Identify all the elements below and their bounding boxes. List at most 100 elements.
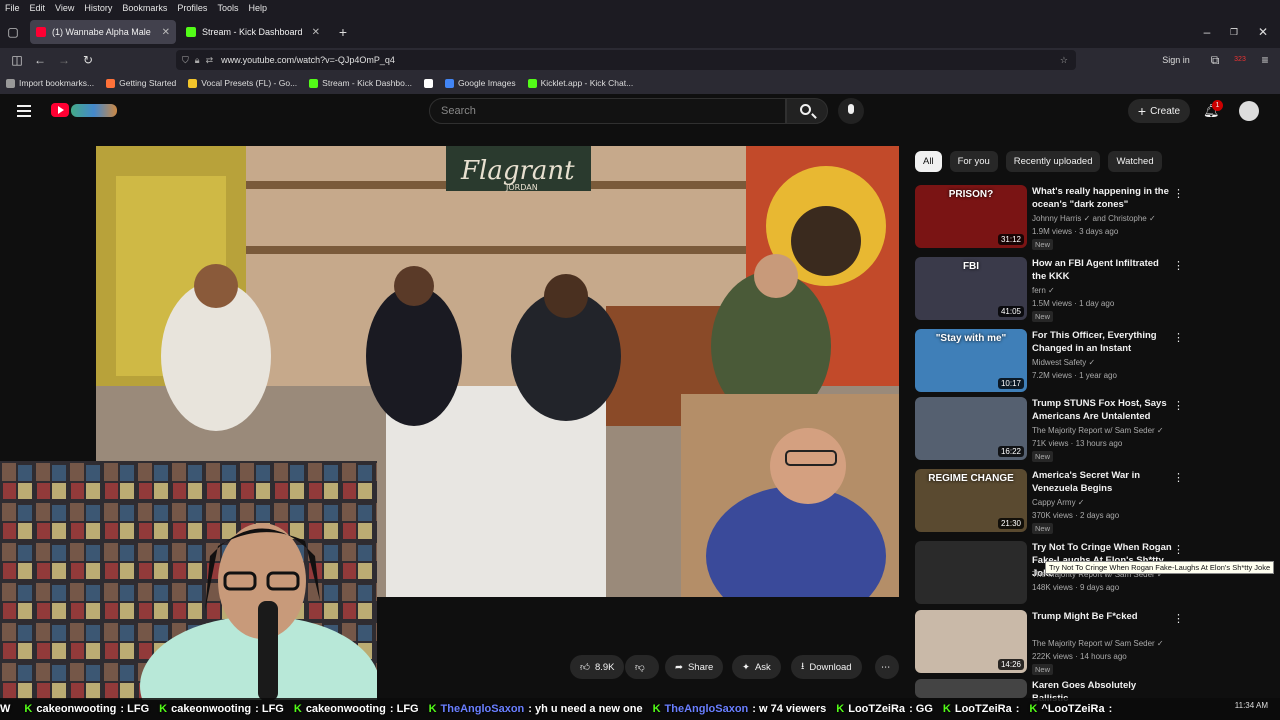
bookmark-favicon-icon (188, 78, 198, 88)
chip-all[interactable]: All (915, 151, 942, 172)
chat-ticker: W Kcakeonwooting: LFG Kcakeonwooting: LFG K… (0, 698, 1280, 720)
menu-item[interactable]: View (50, 3, 79, 13)
recommendation-item[interactable]: Karen Goes Absolutely Ballistic (915, 679, 1185, 704)
like-button[interactable]: 👍︎ 8.9K (570, 655, 625, 679)
sparkle-icon: ✦ (742, 661, 750, 673)
thumbs-down-icon: 👎︎ (635, 662, 645, 673)
bookmark-label: Import bookmarks... (19, 78, 95, 88)
menu-item[interactable]: Edit (25, 3, 51, 13)
video-title[interactable]: Trump Might Be F*cked (1032, 610, 1172, 623)
video-title[interactable]: What's really happening in the ocean's "… (1032, 185, 1172, 211)
menu-item[interactable]: Profiles (172, 3, 212, 13)
menu-item[interactable]: File (0, 3, 25, 13)
video-thumbnail[interactable]: PRISON? 31:12 (915, 185, 1027, 248)
search-input[interactable]: Search (429, 98, 786, 124)
tab-overview-icon[interactable]: ▢ (6, 25, 20, 39)
video-thumbnail[interactable]: REGIME CHANGE 21:30 (915, 469, 1027, 532)
bookmark-item[interactable]: Stream - Kick Dashbo... (303, 78, 418, 88)
channel-name[interactable]: fern ✓ (1032, 286, 1055, 295)
tab-kick[interactable]: Stream - Kick Dashboard ✕ (180, 20, 326, 44)
bookmark-item[interactable]: Import bookmarks... (0, 78, 100, 88)
recommendation-item[interactable]: REGIME CHANGE 21:30 America's Secret War i… (915, 469, 1185, 534)
signin-button[interactable]: Sign in (1156, 53, 1196, 67)
channel-name[interactable]: Midwest Safety ✓ (1032, 358, 1095, 367)
video-thumbnail[interactable]: FBI 41:05 (915, 257, 1027, 320)
bookmark-item[interactable]: Vocal Presets (FL) - Go... (182, 78, 303, 88)
recommendation-item[interactable]: 16:22 Trump STUNS Fox Host, Says American… (915, 397, 1185, 462)
channel-name[interactable]: Johnny Harris ✓ and Christophe ✓ (1032, 214, 1156, 223)
voice-search-button[interactable] (838, 98, 864, 124)
bookmark-star-icon[interactable]: ☆ (1060, 55, 1068, 66)
search-button[interactable] (786, 98, 828, 124)
video-thumbnail[interactable]: "Stay with me" 10:17 (915, 329, 1027, 392)
more-vert-icon[interactable]: ⋮ (1173, 259, 1184, 272)
reload-icon[interactable]: ↻ (81, 53, 95, 67)
share-button[interactable]: ➦ Share (665, 655, 724, 679)
restore-icon[interactable]: ❐ (1227, 25, 1241, 39)
channel-name[interactable]: The Majority Report w/ Sam Seder ✓ (1032, 426, 1164, 435)
video-title[interactable]: For This Officer, Everything Changed in … (1032, 329, 1172, 355)
hamburger-menu-icon[interactable] (17, 105, 31, 117)
sidebar-icon[interactable]: ◫ (10, 53, 24, 67)
more-vert-icon[interactable]: ⋮ (1173, 331, 1184, 344)
avatar[interactable] (1239, 101, 1259, 121)
channel-name[interactable]: The Majority Report w/ Sam Seder ✓ (1032, 639, 1164, 648)
video-thumbnail[interactable]: 16:22 (915, 397, 1027, 460)
doodle-logo[interactable] (71, 104, 117, 117)
permissions-icon: ⇄ (205, 54, 214, 65)
bookmark-label: Getting Started (119, 78, 177, 88)
menu-icon[interactable]: ≡ (1258, 53, 1272, 67)
bookmark-item[interactable]: Google Images (439, 78, 522, 88)
video-title[interactable]: Trump STUNS Fox Host, Says Americans Are… (1032, 397, 1172, 423)
forward-icon[interactable]: → (57, 53, 71, 67)
video-thumbnail[interactable] (915, 679, 1027, 698)
create-button[interactable]: + Create (1128, 99, 1190, 123)
bookmark-favicon-icon (527, 78, 537, 88)
more-vert-icon[interactable]: ⋮ (1173, 612, 1184, 625)
video-thumbnail[interactable]: 14:26 (915, 610, 1027, 673)
back-icon[interactable]: ← (33, 53, 47, 67)
channel-name[interactable]: Cappy Army ✓ (1032, 498, 1085, 507)
new-tab-icon[interactable]: + (336, 25, 350, 39)
menu-item[interactable]: Bookmarks (117, 3, 172, 13)
chip-watched[interactable]: Watched (1108, 151, 1162, 172)
video-title[interactable]: How an FBI Agent Infiltrated the KKK (1032, 257, 1172, 283)
chip-recently-uploaded[interactable]: Recently uploaded (1005, 151, 1101, 172)
close-window-icon[interactable]: ✕ (1256, 25, 1270, 39)
youtube-logo[interactable] (51, 103, 69, 117)
tab-label: (1) Wannabe Alpha Male Ex (52, 27, 152, 37)
extensions-icon[interactable]: ⧉ (1208, 53, 1222, 67)
download-button[interactable]: ⭳ Download (791, 655, 862, 679)
ublock-icon[interactable]: 323 (1233, 53, 1247, 67)
more-actions-button[interactable]: ⋯ (875, 655, 899, 679)
more-vert-icon[interactable]: ⋮ (1173, 543, 1184, 556)
menu-item[interactable]: History (79, 3, 117, 13)
recommendation-item[interactable]: PRISON? 31:12 What's really happening in t… (915, 185, 1185, 250)
close-tab-icon[interactable]: ✕ (162, 27, 170, 38)
new-badge: New (1032, 451, 1054, 462)
more-vert-icon[interactable]: ⋮ (1173, 399, 1184, 412)
more-vert-icon[interactable]: ⋮ (1173, 187, 1184, 200)
minimize-icon[interactable]: – (1200, 25, 1214, 39)
video-thumbnail[interactable] (915, 541, 1027, 604)
dislike-button[interactable]: 👎︎ (625, 655, 659, 679)
search-icon (800, 104, 811, 115)
bookmark-item[interactable]: Getting Started (100, 78, 182, 88)
video-title[interactable]: America's Secret War in Venezuela Begins (1032, 469, 1172, 495)
menu-item[interactable]: Help (243, 3, 272, 13)
url-bar[interactable]: ⛉ 🔒︎ ⇄ www.youtube.com/watch?v=-QJp4OmP_… (176, 50, 1076, 70)
recommendation-item[interactable]: 14:26 Trump Might Be F*cked The Majority R… (915, 610, 1185, 675)
bookmark-item[interactable] (418, 78, 439, 88)
recommendation-item[interactable]: "Stay with me" 10:17 For This Officer, Eve… (915, 329, 1185, 393)
video-title[interactable]: Karen Goes Absolutely Ballistic (1032, 679, 1172, 704)
recommendation-item[interactable]: FBI 41:05 How an FBI Agent Infiltrated the… (915, 257, 1185, 322)
more-vert-icon[interactable]: ⋮ (1173, 471, 1184, 484)
tab-youtube[interactable]: (1) Wannabe Alpha Male Ex ✕ (30, 20, 176, 44)
ask-button[interactable]: ✦ Ask (732, 655, 781, 679)
chip-for-you[interactable]: For you (949, 151, 998, 172)
close-tab-icon[interactable]: ✕ (312, 27, 320, 38)
bookmark-item[interactable]: Kicklet.app - Kick Chat... (522, 78, 640, 88)
chat-username: cakeonwooting (171, 703, 252, 715)
bookmark-favicon-icon (423, 78, 433, 88)
menu-item[interactable]: Tools (212, 3, 243, 13)
